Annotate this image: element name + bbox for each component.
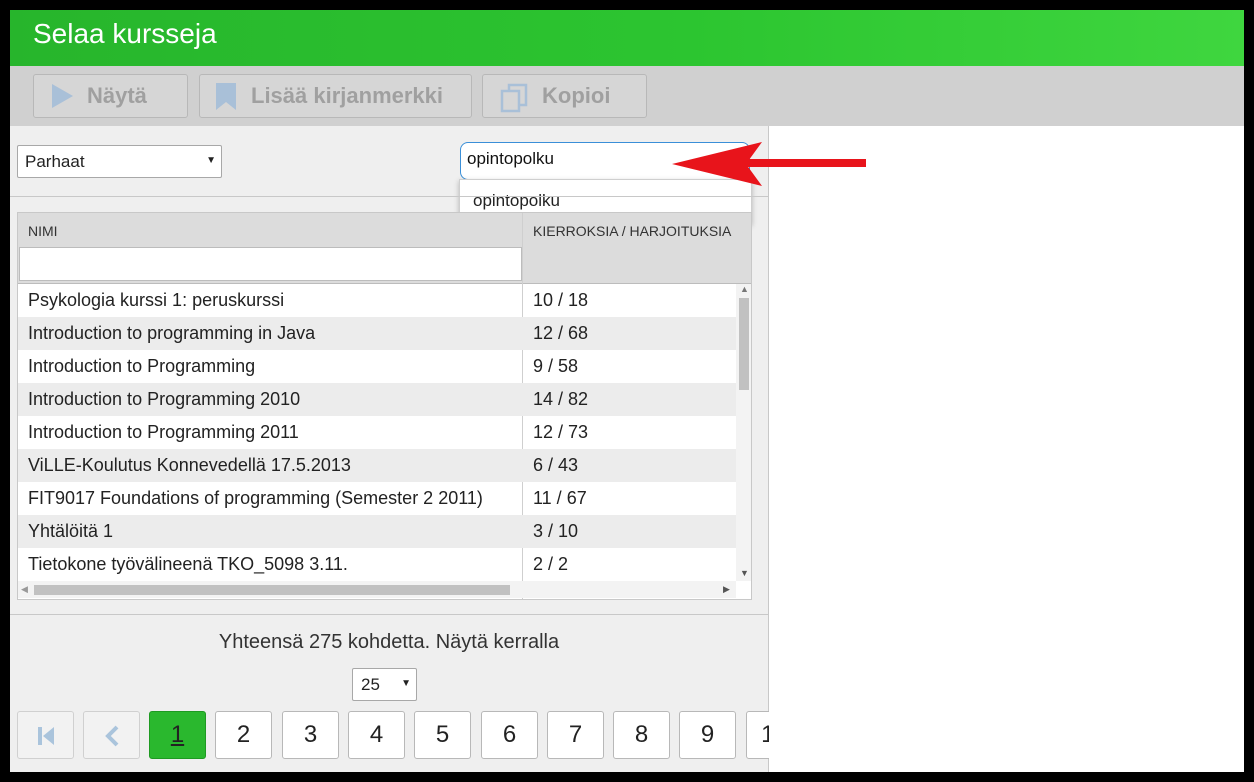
sort-select[interactable]: Parhaat ▼ (17, 145, 222, 178)
course-rounds: 2 / 2 (533, 554, 569, 574)
vertical-scroll-thumb[interactable] (739, 298, 749, 390)
first-page-button[interactable] (17, 711, 74, 759)
page-button-1[interactable]: 1 (149, 711, 206, 759)
total-count-text: Yhteensä 275 kohdetta. Näytä kerralla (218, 631, 560, 653)
course-rounds: 11 / 67 (533, 488, 587, 508)
course-name: Yhtälöitä 1 (28, 521, 114, 541)
scroll-right-icon[interactable]: ▶ (723, 584, 730, 595)
scroll-down-icon[interactable]: ▼ (740, 568, 749, 578)
course-name: Psykologia kurssi 1: peruskurssi (28, 290, 285, 310)
add-bookmark-button[interactable]: Lisää kirjanmerkki (199, 74, 472, 118)
table-row[interactable]: Introduction to Programming 2010 14 / 82 (18, 383, 736, 416)
table-row[interactable]: Tietokone työvälineenä TKO_5098 3.11. 2 /… (18, 548, 736, 581)
vertical-scrollbar[interactable]: ▲ ▼ (736, 284, 751, 581)
copy-button[interactable]: Kopioi (482, 74, 647, 118)
table-row[interactable]: Introduction to programming in Java 12 / … (18, 317, 736, 350)
course-name: Introduction to Programming 2010 (28, 389, 301, 409)
table-body: Psykologia kurssi 1: peruskurssi 10 / 18 … (18, 284, 736, 581)
page-button-6[interactable]: 6 (481, 711, 538, 759)
scroll-up-icon[interactable]: ▲ (740, 284, 749, 294)
app-window: Selaa kursseja Näytä Lisää kirjanmerkki … (10, 10, 1244, 772)
horizontal-scrollbar[interactable]: ◀ ▶ (18, 581, 736, 598)
divider (10, 196, 768, 197)
table-header: NIMI KIERROKSIA / HARJOITUKSIA (18, 213, 751, 284)
dropdown-arrow-icon: ▼ (206, 155, 216, 166)
dropdown-arrow-icon: ▼ (401, 678, 411, 689)
course-table: NIMI KIERROKSIA / HARJOITUKSIA Psykologi… (17, 212, 752, 600)
page-button-2[interactable]: 2 (215, 711, 272, 759)
bookmark-icon (214, 83, 238, 117)
table-row[interactable]: Introduction to Programming 9 / 58 (18, 350, 736, 383)
page-button-4[interactable]: 4 (348, 711, 405, 759)
table-row[interactable]: ViLLE-Koulutus Konnevedellä 17.5.2013 6 /… (18, 449, 736, 482)
first-page-icon (36, 721, 56, 748)
copy-button-label: Kopioi (542, 83, 611, 108)
page-button-3[interactable]: 3 (282, 711, 339, 759)
course-browser-pane: Parhaat ▼ opintopolku NIMI KIERROKSIA / … (10, 126, 803, 772)
course-rounds: 14 / 82 (533, 389, 589, 409)
name-filter-input[interactable] (19, 247, 522, 281)
column-header-rounds[interactable]: KIERROKSIA / HARJOITUKSIA (533, 223, 731, 239)
page-size-value: 25 (361, 675, 380, 694)
divider (10, 614, 768, 615)
sort-select-value: Parhaat (25, 152, 85, 171)
course-name: ViLLE-Koulutus Konnevedellä 17.5.2013 (28, 455, 351, 475)
course-rounds: 9 / 58 (533, 356, 579, 376)
course-rounds: 3 / 10 (533, 521, 579, 541)
table-row[interactable]: FIT9017 Foundations of programming (Seme… (18, 482, 736, 515)
course-name: Introduction to programming in Java (28, 323, 316, 343)
course-name: Introduction to Programming (28, 356, 256, 376)
course-name: Tietokone työvälineenä TKO_5098 3.11. (28, 554, 348, 574)
toolbar: Näytä Lisää kirjanmerkki Kopioi (10, 66, 1244, 126)
show-button[interactable]: Näytä (33, 74, 188, 118)
column-header-name[interactable]: NIMI (28, 223, 58, 239)
table-row[interactable]: Psykologia kurssi 1: peruskurssi 10 / 18 (18, 284, 736, 317)
play-icon (49, 83, 75, 115)
scroll-left-icon[interactable]: ◀ (21, 584, 28, 595)
page-button-5[interactable]: 5 (414, 711, 471, 759)
course-name: FIT9017 Foundations of programming (Seme… (28, 488, 483, 508)
previous-page-button[interactable] (83, 711, 140, 759)
window-title: Selaa kursseja (33, 18, 217, 49)
horizontal-scroll-thumb[interactable] (34, 585, 510, 595)
course-rounds: 10 / 18 (533, 290, 589, 310)
course-rounds: 6 / 43 (533, 455, 579, 475)
course-rounds: 12 / 73 (533, 422, 589, 442)
table-row[interactable]: Yhtälöitä 1 3 / 10 (18, 515, 736, 548)
add-bookmark-label: Lisää kirjanmerkki (251, 83, 444, 108)
copy-icon (499, 83, 529, 119)
annotation-arrow-icon (672, 142, 866, 186)
title-bar: Selaa kursseja (10, 10, 1244, 66)
page-button-9[interactable]: 9 (679, 711, 736, 759)
suggestion-text: opintopolku (473, 191, 560, 210)
course-rounds: 12 / 68 (533, 323, 589, 343)
show-button-label: Näytä (87, 83, 147, 108)
course-name: Introduction to Programming 2011 (28, 422, 299, 442)
chevron-left-icon (104, 721, 120, 748)
page-button-7[interactable]: 7 (547, 711, 604, 759)
page-size-select[interactable]: 25 ▼ (352, 668, 417, 701)
page-button-8[interactable]: 8 (613, 711, 670, 759)
table-row[interactable]: Introduction to Programming 2011 12 / 73 (18, 416, 736, 449)
preview-pane (769, 126, 1244, 772)
